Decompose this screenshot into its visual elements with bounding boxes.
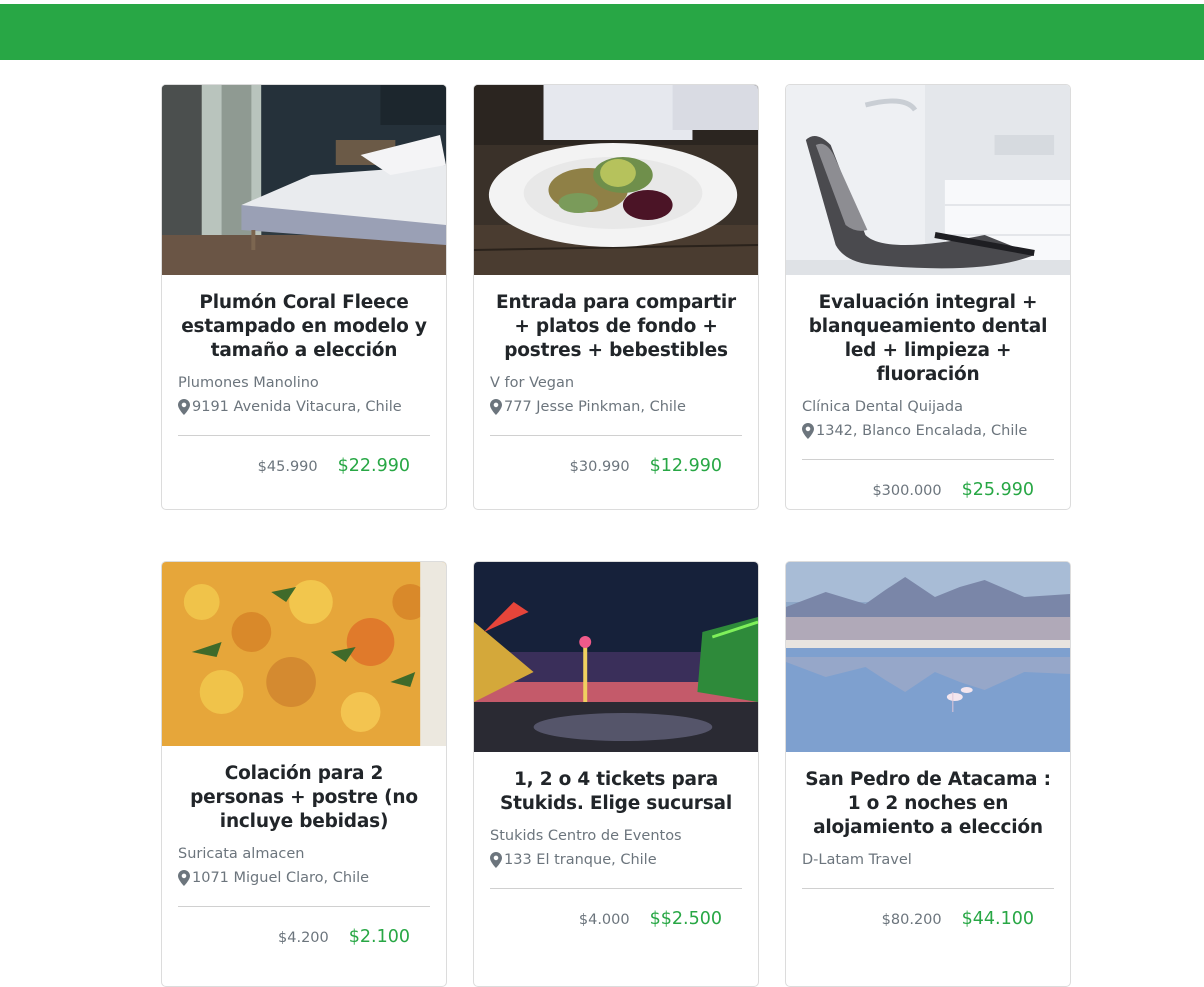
- deal-card[interactable]: Plumón Coral Fleece estampado en modelo …: [161, 84, 447, 510]
- price-row: $300.000 $25.990: [802, 480, 1054, 500]
- map-pin-icon: [490, 399, 502, 415]
- merchant-name: Suricata almacen: [178, 846, 305, 862]
- original-price: $4.200: [278, 930, 329, 946]
- divider: [490, 435, 742, 436]
- price-row: $4.000 $$2.500: [490, 909, 742, 929]
- map-pin-icon: [178, 870, 190, 886]
- deal-address: 777 Jesse Pinkman, Chile: [490, 395, 742, 419]
- discount-price: $12.990: [649, 456, 722, 476]
- deal-address: 9191 Avenida Vitacura, Chile: [178, 395, 430, 419]
- bedroom-photo[interactable]: [162, 85, 446, 275]
- merchant-name: Clínica Dental Quijada: [802, 399, 963, 415]
- carnival-night-photo[interactable]: [474, 562, 758, 752]
- discount-price: $44.100: [961, 909, 1034, 929]
- address-text: 133 El tranque, Chile: [504, 852, 657, 868]
- original-price: $30.990: [569, 459, 630, 475]
- original-price: $300.000: [872, 483, 942, 499]
- divider: [802, 888, 1054, 889]
- original-price: $4.000: [578, 912, 630, 928]
- deal-title[interactable]: 1, 2 o 4 tickets para Stukids. Elige suc…: [490, 768, 742, 816]
- deal-address: 133 El tranque, Chile: [490, 848, 742, 872]
- address-text: 9191 Avenida Vitacura, Chile: [192, 399, 402, 415]
- atacama-lagoon-photo[interactable]: [786, 562, 1070, 752]
- address-text: 1342, Blanco Encalada, Chile: [816, 423, 1028, 439]
- divider: [802, 459, 1054, 460]
- discount-price: $22.990: [337, 456, 410, 476]
- original-price: $80.200: [881, 912, 942, 928]
- deal-card[interactable]: Colación para 2 personas + postre (no in…: [161, 561, 447, 987]
- deal-card[interactable]: Evaluación integral + blanqueamiento den…: [785, 84, 1071, 510]
- discount-price: $25.990: [961, 480, 1034, 500]
- price-row: $80.200 $44.100: [802, 909, 1054, 929]
- deal-title[interactable]: Colación para 2 personas + postre (no in…: [178, 762, 430, 834]
- divider: [178, 906, 430, 907]
- merchant-name: V for Vegan: [490, 375, 575, 391]
- address-text: 1071 Miguel Claro, Chile: [192, 870, 370, 886]
- header-bar: [0, 4, 1204, 60]
- salad-plate-photo[interactable]: [474, 85, 758, 275]
- divider: [490, 888, 742, 889]
- deal-title[interactable]: San Pedro de Atacama : 1 o 2 noches en a…: [802, 768, 1054, 840]
- price-row: $30.990 $12.990: [490, 456, 742, 476]
- original-price: $45.990: [257, 459, 318, 475]
- price-row: $45.990 $22.990: [178, 456, 430, 476]
- deal-title[interactable]: Entrada para compartir + platos de fondo…: [490, 291, 742, 363]
- map-pin-icon: [490, 852, 502, 868]
- map-pin-icon: [802, 423, 814, 439]
- discount-price: $$2.500: [649, 909, 722, 929]
- dental-chair-photo[interactable]: [786, 85, 1070, 275]
- map-pin-icon: [178, 399, 190, 415]
- deal-title[interactable]: Plumón Coral Fleece estampado en modelo …: [178, 291, 430, 363]
- discount-price: $2.100: [348, 927, 410, 947]
- deal-address: 1342, Blanco Encalada, Chile: [802, 419, 1054, 443]
- merchant-name: Plumones Manolino: [178, 375, 319, 391]
- deal-card[interactable]: San Pedro de Atacama : 1 o 2 noches en a…: [785, 561, 1071, 987]
- address-text: 777 Jesse Pinkman, Chile: [504, 399, 686, 415]
- divider: [178, 435, 430, 436]
- merchant-name: D-Latam Travel: [802, 852, 912, 868]
- vegetable-dish-photo[interactable]: [162, 562, 446, 746]
- deal-card[interactable]: 1, 2 o 4 tickets para Stukids. Elige suc…: [473, 561, 759, 987]
- deal-title[interactable]: Evaluación integral + blanqueamiento den…: [802, 291, 1054, 387]
- deal-card[interactable]: Entrada para compartir + platos de fondo…: [473, 84, 759, 510]
- merchant-name: Stukids Centro de Eventos: [490, 828, 682, 844]
- price-row: $4.200 $2.100: [178, 927, 430, 947]
- deal-address: 1071 Miguel Claro, Chile: [178, 866, 430, 890]
